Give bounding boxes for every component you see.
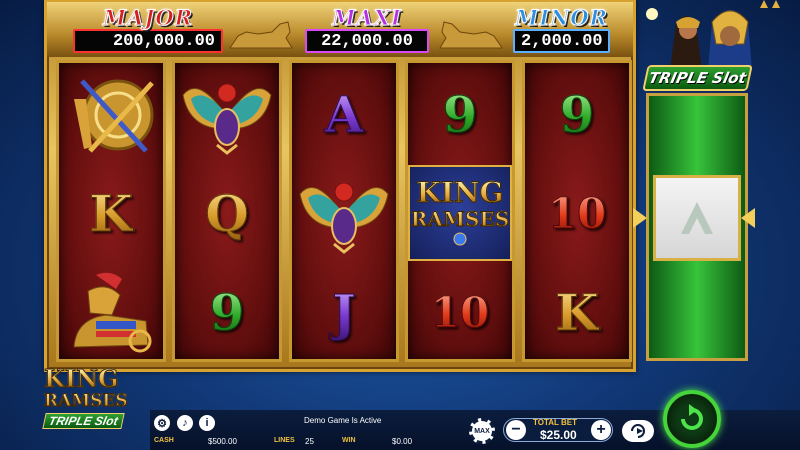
decrease-bet-button[interactable]: − bbox=[506, 420, 526, 440]
autoplay-icon bbox=[631, 424, 645, 438]
info-icon[interactable]: i bbox=[199, 415, 215, 431]
game-logo-line-3: TRIPLE Slot bbox=[42, 413, 125, 429]
jackpot-minor: MINOR 2,000.00 bbox=[513, 5, 610, 53]
reel-3: A J bbox=[289, 60, 399, 362]
demo-notice: Demo Game Is Active bbox=[304, 416, 382, 425]
game-logo: KING RAMSES TRIPLE Slot bbox=[42, 366, 144, 430]
ainsworth-a-icon bbox=[681, 202, 713, 234]
lines-value: 25 bbox=[305, 437, 314, 446]
settings-gear-icon[interactable]: ⚙ bbox=[154, 415, 170, 431]
triple-slot-logo: TRIPLE Slot bbox=[642, 65, 753, 91]
increase-bet-button[interactable]: + bbox=[591, 420, 611, 440]
jackpot-maxi-title: MAXI bbox=[332, 5, 402, 30]
symbol-9: 9 bbox=[209, 282, 245, 342]
symbol-scarab bbox=[175, 65, 279, 163]
autoplay-button[interactable] bbox=[622, 420, 654, 442]
symbol-j: J bbox=[332, 282, 357, 342]
sphinx-right-icon bbox=[439, 21, 503, 49]
reel-1: K bbox=[56, 60, 166, 362]
reel-5: 9 10 K bbox=[522, 60, 632, 362]
sound-mute-icon[interactable]: ♪ bbox=[177, 415, 193, 431]
side-reel-right-arrow-icon bbox=[741, 208, 755, 228]
scarab-icon bbox=[299, 182, 389, 254]
scarab-icon bbox=[182, 83, 272, 155]
max-bet-button[interactable]: MAX bbox=[469, 418, 495, 444]
reel-4: 9 KING RAMSES 10 bbox=[405, 60, 515, 362]
symbol-k: K bbox=[89, 183, 133, 243]
blue-gem-icon bbox=[453, 232, 467, 246]
symbol-10: 10 bbox=[430, 287, 490, 337]
cash-label: CASH bbox=[154, 437, 174, 444]
jackpot-minor-title: MINOR bbox=[514, 5, 608, 30]
total-bet-value: $25.00 bbox=[540, 428, 577, 442]
crossed-staff-shield-icon bbox=[74, 79, 154, 153]
jackpot-minor-value: 2,000.00 bbox=[513, 29, 610, 53]
chariot-horse-icon bbox=[73, 272, 152, 353]
game-logo-line-2: RAMSES bbox=[44, 390, 144, 412]
symbol-q: Q bbox=[205, 183, 250, 243]
symbol-crossed-staff bbox=[59, 65, 163, 163]
game-logo-line-1: KING bbox=[44, 366, 144, 391]
sphinx-left-icon bbox=[229, 21, 293, 49]
wild-line-2: RAMSES bbox=[410, 207, 510, 232]
jackpot-major-value: 200,000.00 bbox=[73, 29, 223, 53]
spin-arrow-icon bbox=[681, 404, 703, 430]
total-bet-label: TOTAL BET bbox=[533, 418, 577, 427]
wild-line-1: KING bbox=[416, 176, 504, 209]
cash-value: $500.00 bbox=[208, 437, 237, 446]
win-label: WIN bbox=[342, 437, 356, 444]
win-value: $0.00 bbox=[392, 437, 413, 446]
bonus-side-window bbox=[653, 175, 741, 261]
reel-2: Q 9 bbox=[172, 60, 282, 362]
symbol-9: 9 bbox=[442, 84, 478, 144]
jackpot-major: MAJOR 200,000.00 bbox=[73, 5, 223, 53]
side-reel-left-arrow-icon bbox=[633, 208, 647, 228]
king-ramses-wild-tile: KING RAMSES bbox=[408, 165, 512, 261]
spin-button[interactable] bbox=[663, 390, 721, 448]
symbol-a: A bbox=[324, 84, 364, 144]
lines-label: LINES bbox=[274, 437, 295, 444]
symbol-king-ramses-wild: KING RAMSES bbox=[408, 164, 512, 262]
symbol-chariot bbox=[59, 263, 163, 361]
symbol-k: K bbox=[555, 282, 599, 342]
symbol-10: 10 bbox=[547, 188, 607, 238]
symbol-scarab bbox=[292, 164, 396, 262]
jackpot-maxi-value: 22,000.00 bbox=[305, 29, 429, 53]
jackpot-major-title: MAJOR bbox=[102, 5, 194, 30]
symbol-9: 9 bbox=[559, 84, 595, 144]
jackpot-maxi: MAXI 22,000.00 bbox=[305, 5, 429, 53]
pharaoh-characters-icon bbox=[646, 0, 780, 70]
